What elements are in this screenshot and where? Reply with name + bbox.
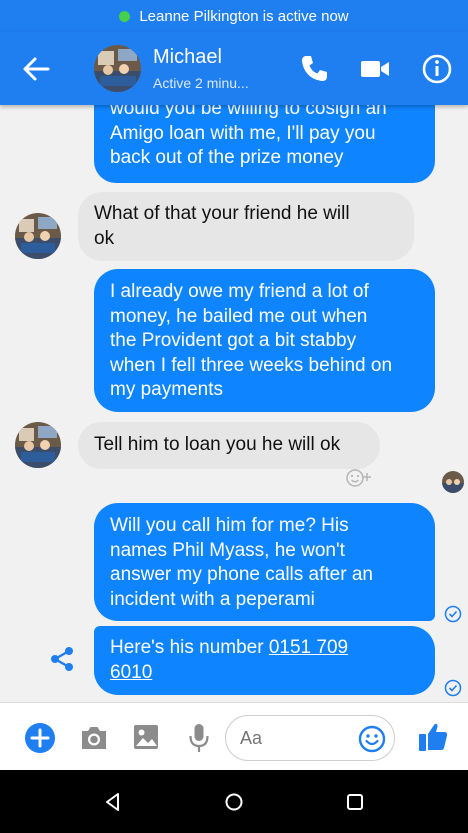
plus-icon[interactable]: [24, 722, 56, 754]
share-icon[interactable]: [48, 645, 76, 673]
delivered-check-icon: [444, 605, 462, 623]
contact-avatar[interactable]: [94, 45, 141, 92]
message-line: Amigo loan with me, I'll pay you: [110, 122, 376, 144]
system-navigation-bar: [0, 770, 468, 833]
message-line: 6010: [110, 661, 421, 686]
info-icon[interactable]: [420, 52, 454, 86]
message-text: Here's his number: [110, 637, 269, 658]
contact-active-status: Active 2 minu...: [153, 75, 249, 91]
message-line: money, he bailed me out when: [110, 305, 368, 327]
message-bubble-outgoing[interactable]: Will you call him for me? His names Phil…: [94, 503, 435, 621]
message-line: ok: [94, 227, 115, 249]
camera-icon[interactable]: [78, 723, 110, 753]
active-status-text: Leanne Pilkington is active now: [139, 7, 349, 25]
message-line: back out of the prize money: [110, 147, 344, 168]
message-line: I already owe my friend a lot of: [110, 281, 369, 302]
message-line: when I fell three weeks behind on: [110, 354, 393, 376]
video-call-icon[interactable]: [358, 52, 392, 86]
message-line: Tell him to loan you he will ok: [94, 434, 341, 455]
contact-name: Michael: [153, 46, 222, 68]
seen-receipt-avatar: [442, 471, 464, 493]
emoji-icon[interactable]: [358, 725, 386, 753]
message-line: answer my phone calls after an: [110, 564, 373, 585]
message-line: Will you call him for me? His: [110, 515, 349, 536]
gallery-icon[interactable]: [131, 722, 161, 752]
conversation-header: Michael Active 2 minu...: [0, 32, 468, 105]
phone-number-link[interactable]: 0151 709: [269, 637, 348, 658]
message-bubble-incoming[interactable]: Tell him to loan you he will ok: [78, 422, 380, 469]
active-dot-icon: [119, 10, 131, 22]
message-bubble-outgoing[interactable]: would you be willing to cosign an Amigo …: [94, 105, 435, 183]
sender-avatar[interactable]: [15, 213, 61, 259]
message-line: the Provident got a bit stabby: [110, 330, 357, 351]
message-list[interactable]: would you be willing to cosign an Amigo …: [0, 105, 468, 702]
message-bubble-incoming[interactable]: What of that your friend he will ok: [78, 192, 414, 261]
delivered-check-icon: [444, 679, 462, 697]
message-bubble-outgoing[interactable]: Here's his number 0151 709 6010: [94, 626, 435, 695]
message-line: Here's his number 0151 709: [110, 636, 421, 661]
message-line: incident with a peperami: [110, 588, 315, 610]
message-line: What of that your friend he will: [94, 203, 350, 224]
nav-back-icon[interactable]: [103, 792, 123, 812]
phone-call-icon[interactable]: [297, 52, 331, 86]
nav-home-icon[interactable]: [224, 792, 244, 812]
nav-recents-icon[interactable]: [345, 792, 365, 812]
microphone-icon[interactable]: [186, 721, 212, 755]
active-status-bar: Leanne Pilkington is active now: [0, 0, 468, 32]
phone-number-link[interactable]: 6010: [110, 662, 152, 683]
add-reaction-icon[interactable]: [344, 465, 378, 491]
back-arrow-icon[interactable]: [20, 54, 52, 84]
message-bubble-outgoing[interactable]: I already owe my friend a lot of money, …: [94, 269, 435, 412]
sender-avatar[interactable]: [15, 422, 61, 468]
thumbs-up-icon[interactable]: [417, 720, 449, 754]
message-line: my payments: [110, 379, 223, 400]
message-line: would you be willing to cosign an: [110, 105, 387, 119]
message-line: names Phil Myass, he won't: [110, 539, 345, 561]
message-composer: [0, 702, 468, 770]
